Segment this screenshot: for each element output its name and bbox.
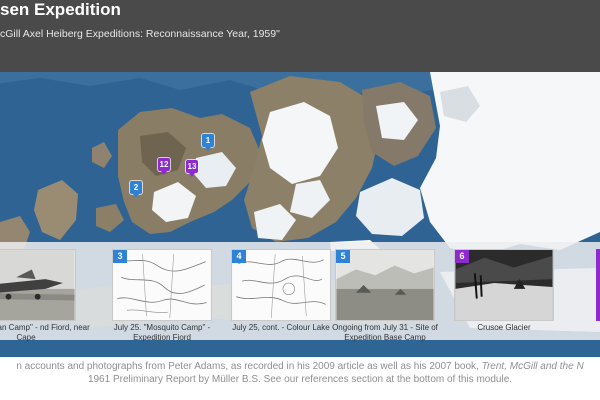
sketch-map-icon bbox=[113, 250, 211, 320]
card-number-badge: 5 bbox=[336, 250, 350, 263]
carousel-thumbnail bbox=[0, 249, 76, 321]
carousel-caption: 21. "Gentian Camp" - nd Fiord, near Cape bbox=[0, 323, 90, 342]
map-pin-13[interactable]: 13 bbox=[186, 160, 198, 177]
photo-airplane-icon bbox=[0, 250, 75, 320]
carousel-thumbnail: 6 bbox=[454, 249, 554, 321]
carousel-caption: Crusoe Glacier bbox=[477, 323, 531, 332]
carousel-thumbnail: 4 bbox=[231, 249, 331, 321]
page-subtitle: cGill Axel Heiberg Expeditions: Reconnai… bbox=[0, 28, 280, 40]
next-card-peek[interactable] bbox=[596, 249, 600, 321]
card-number-badge: 6 bbox=[455, 250, 469, 263]
map-pin-label: 1 bbox=[205, 136, 211, 145]
map-pin-label: 13 bbox=[187, 162, 197, 171]
credits-note: n accounts and photographs from Peter Ad… bbox=[0, 360, 600, 390]
map-pin-2[interactable]: 2 bbox=[130, 181, 142, 198]
credits-text: n accounts and photographs from Peter Ad… bbox=[16, 361, 479, 372]
card-number-badge: 4 bbox=[232, 250, 246, 263]
photo-base-camp-icon bbox=[336, 250, 434, 320]
carousel-caption: Ongoing from July 31 - Site of Expeditio… bbox=[332, 323, 438, 342]
card-number-badge: 3 bbox=[113, 250, 127, 263]
story-carousel: 21. "Gentian Camp" - nd Fiord, near Cape… bbox=[0, 242, 600, 342]
story-header: sen Expedition cGill Axel Heiberg Expedi… bbox=[0, 0, 600, 72]
carousel-caption: July 25. "Mosquito Camp" - Expedition Fi… bbox=[113, 323, 211, 342]
map-pin-1[interactable]: 1 bbox=[202, 134, 214, 151]
credits-line-2: 1961 Preliminary Report by Müller B.S. S… bbox=[87, 374, 513, 385]
map-pin-12[interactable]: 12 bbox=[158, 158, 170, 175]
page-title: sen Expedition bbox=[0, 0, 121, 19]
satellite-map[interactable]: 1 2 12 13 21. "Gentian Camp" - nd Fiord,… bbox=[0, 72, 600, 357]
map-pin-label: 2 bbox=[133, 183, 139, 192]
credits-line-1: n accounts and photographs from Peter Ad… bbox=[0, 360, 600, 373]
photo-glacier-icon bbox=[455, 250, 553, 320]
book-title: Trent, McGill and the N bbox=[481, 361, 584, 372]
sketch-map-icon bbox=[232, 250, 330, 320]
carousel-thumbnail: 5 bbox=[335, 249, 435, 321]
carousel-thumbnail: 3 bbox=[112, 249, 212, 321]
map-pin-label: 12 bbox=[159, 160, 169, 169]
